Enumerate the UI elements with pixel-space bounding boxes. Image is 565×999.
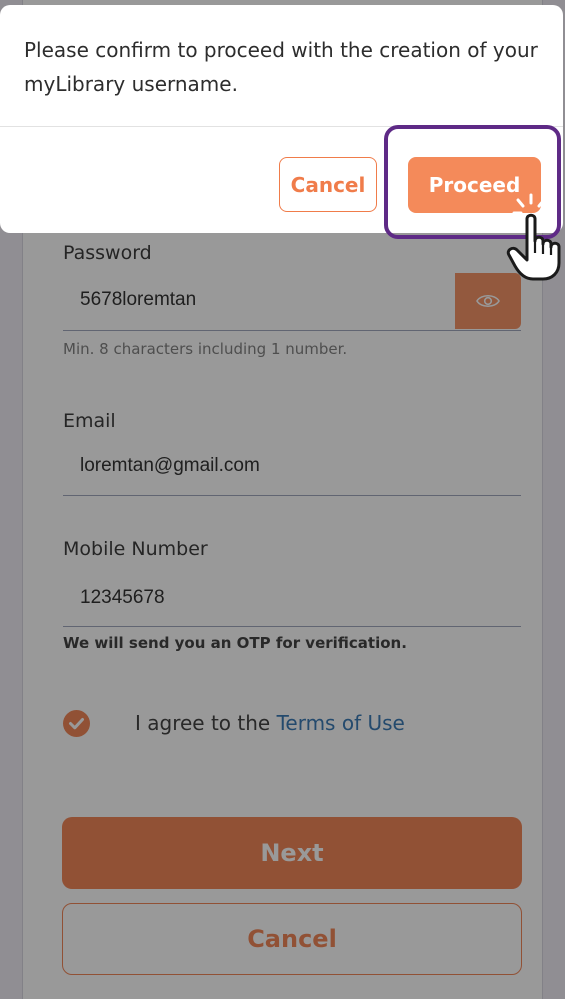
dialog-message: Please confirm to proceed with the creat… (24, 38, 538, 96)
dialog-cancel-button[interactable]: Cancel (279, 157, 377, 212)
hand-pointer-icon (506, 193, 561, 281)
